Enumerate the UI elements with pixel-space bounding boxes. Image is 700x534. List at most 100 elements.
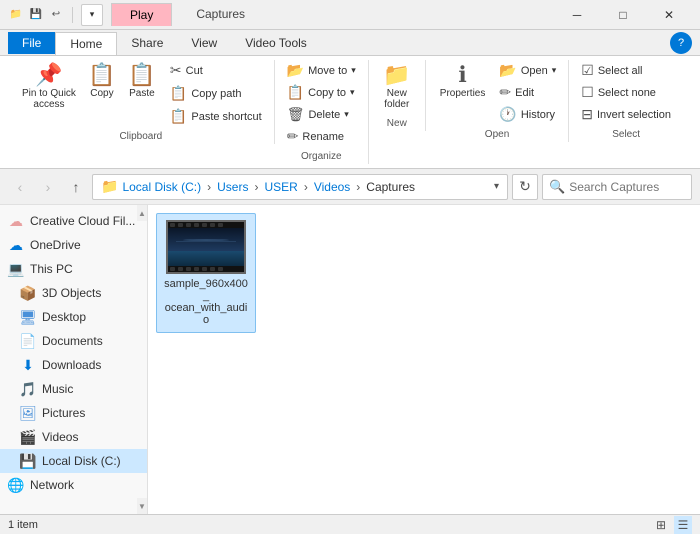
tab-video-tools[interactable]: Video Tools bbox=[231, 32, 321, 54]
close-button[interactable]: ✕ bbox=[646, 0, 692, 30]
sidebar-item-label: Local Disk (C:) bbox=[42, 454, 121, 468]
select-none-icon: ☐ bbox=[581, 84, 594, 101]
properties-button[interactable]: ℹ Properties bbox=[434, 60, 492, 103]
sidebar-item-documents[interactable]: 📄 Documents bbox=[0, 329, 147, 353]
move-to-button[interactable]: 📂 Move to ▾ bbox=[283, 60, 360, 81]
sidebar-item-label: Desktop bbox=[42, 310, 86, 324]
qs-btn-1[interactable]: ▾ bbox=[81, 4, 103, 26]
open-sub-group: 📂 Open ▾ ✏ Edit 🕐 History bbox=[495, 60, 560, 125]
view-controls: ⊞ ☰ bbox=[652, 516, 692, 534]
edit-button[interactable]: ✏ Edit bbox=[495, 82, 560, 103]
open-label: Open bbox=[521, 65, 548, 77]
forward-button[interactable]: › bbox=[36, 175, 60, 199]
open-button[interactable]: 📂 Open ▾ bbox=[495, 60, 560, 81]
copy-path-button[interactable]: 📋 Copy path bbox=[166, 83, 266, 104]
file-thumbnail bbox=[166, 220, 246, 274]
select-sub-group: ☑ Select all ☐ Select none ⊟ Invert sele… bbox=[577, 60, 675, 125]
sidebar-item-label: Music bbox=[42, 382, 73, 396]
history-button[interactable]: 🕐 History bbox=[495, 104, 560, 125]
maximize-button[interactable]: □ bbox=[600, 0, 646, 30]
scroll-down-button[interactable]: ▼ bbox=[137, 498, 147, 514]
cut-button[interactable]: ✂ Cut bbox=[166, 60, 266, 81]
tab-file[interactable]: File bbox=[8, 32, 55, 54]
back-button[interactable]: ‹ bbox=[8, 175, 32, 199]
local-disk-icon: 💾 bbox=[20, 453, 36, 469]
tab-home[interactable]: Home bbox=[55, 32, 117, 55]
sidebar-item-onedrive[interactable]: ☁ OneDrive bbox=[0, 233, 147, 257]
new-folder-button[interactable]: 📁 Newfolder bbox=[377, 60, 417, 114]
tab-share[interactable]: Share bbox=[117, 32, 177, 54]
paste-button[interactable]: 📋 Paste bbox=[122, 60, 162, 103]
sidebar: ▲ ☁ Creative Cloud Fil... ☁ OneDrive 💻 T… bbox=[0, 205, 148, 514]
sidebar-item-network[interactable]: 🌐 Network bbox=[0, 473, 147, 497]
move-dropdown-icon: ▾ bbox=[351, 65, 356, 76]
address-bar[interactable]: 📁 Local Disk (C:) › Users › USER › Video… bbox=[92, 174, 508, 200]
address-user[interactable]: USER bbox=[264, 180, 297, 194]
sidebar-item-3d-objects[interactable]: 📦 3D Objects bbox=[0, 281, 147, 305]
sidebar-item-label: Documents bbox=[42, 334, 103, 348]
sidebar-item-desktop[interactable]: 🖥 Desktop bbox=[0, 305, 147, 329]
3d-objects-icon: 📦 bbox=[20, 285, 36, 301]
sidebar-item-videos[interactable]: 🎬 Videos bbox=[0, 425, 147, 449]
clipboard-group-content: 📌 Pin to Quickaccess 📋 Copy 📋 Paste ✂ Cu… bbox=[16, 60, 266, 127]
tab-captures: Captures bbox=[172, 3, 269, 26]
clipboard-group: 📌 Pin to Quickaccess 📋 Copy 📋 Paste ✂ Cu… bbox=[8, 60, 275, 144]
main-content: ▲ ☁ Creative Cloud Fil... ☁ OneDrive 💻 T… bbox=[0, 205, 700, 514]
address-users[interactable]: Users bbox=[217, 180, 248, 194]
delete-button[interactable]: 🗑 Delete ▾ bbox=[283, 104, 360, 125]
film-hole bbox=[194, 267, 199, 271]
select-none-label: Select none bbox=[598, 87, 656, 99]
sidebar-item-this-pc[interactable]: 💻 This PC bbox=[0, 257, 147, 281]
tab-play[interactable]: Play bbox=[111, 3, 172, 26]
paste-shortcut-icon: 📋 bbox=[170, 108, 187, 125]
copy-to-button[interactable]: 📋 Copy to ▾ bbox=[283, 82, 360, 103]
copy-to-label: Copy to bbox=[308, 87, 346, 99]
sidebar-item-creative-cloud[interactable]: ☁ Creative Cloud Fil... bbox=[0, 209, 147, 233]
organize-label: Organize bbox=[301, 151, 342, 164]
film-hole bbox=[178, 223, 183, 227]
title-bar: 📁 💾 ↩ ▾ Play Captures ─ □ ✕ bbox=[0, 0, 700, 30]
address-videos[interactable]: Videos bbox=[314, 180, 350, 194]
address-dropdown-icon[interactable]: ▾ bbox=[494, 181, 499, 192]
select-all-button[interactable]: ☑ Select all bbox=[577, 60, 675, 81]
large-icons-view-button[interactable]: ⊞ bbox=[652, 516, 670, 534]
address-local-disk[interactable]: Local Disk (C:) bbox=[122, 180, 201, 194]
film-hole bbox=[210, 267, 215, 271]
refresh-button[interactable]: ↻ bbox=[512, 174, 538, 200]
copy-button[interactable]: 📋 Copy bbox=[82, 60, 122, 103]
search-icon: 🔍 bbox=[549, 179, 565, 195]
film-hole bbox=[218, 267, 223, 271]
sidebar-item-local-disk[interactable]: 💾 Local Disk (C:) bbox=[0, 449, 147, 473]
tab-view[interactable]: View bbox=[177, 32, 231, 54]
invert-selection-button[interactable]: ⊟ Invert selection bbox=[577, 104, 675, 125]
copy-path-icon: 📋 bbox=[170, 85, 187, 102]
scroll-up-button[interactable]: ▲ bbox=[137, 205, 147, 221]
sidebar-item-music[interactable]: 🎵 Music bbox=[0, 377, 147, 401]
rename-button[interactable]: ✏ Rename bbox=[283, 126, 360, 147]
open-group: ℹ Properties 📂 Open ▾ ✏ Edit 🕐 History bbox=[426, 60, 569, 142]
help-button[interactable]: ? bbox=[670, 32, 692, 54]
file-area[interactable]: sample_960x400_ ocean_with_audi o bbox=[148, 205, 700, 514]
details-view-button[interactable]: ☰ bbox=[674, 516, 692, 534]
sidebar-item-pictures[interactable]: 🖼 Pictures bbox=[0, 401, 147, 425]
toolbar: ‹ › ↑ 📁 Local Disk (C:) › Users › USER ›… bbox=[0, 169, 700, 205]
select-group-content: ☑ Select all ☐ Select none ⊟ Invert sele… bbox=[577, 60, 675, 125]
select-none-button[interactable]: ☐ Select none bbox=[577, 82, 675, 103]
paste-shortcut-button[interactable]: 📋 Paste shortcut bbox=[166, 106, 266, 127]
minimize-button[interactable]: ─ bbox=[554, 0, 600, 30]
save-icon: 💾 bbox=[28, 7, 44, 23]
sidebar-item-downloads[interactable]: ⬇ Downloads bbox=[0, 353, 147, 377]
copy-label: Copy bbox=[90, 88, 113, 99]
address-captures: Captures bbox=[366, 180, 415, 194]
file-item[interactable]: sample_960x400_ ocean_with_audi o bbox=[156, 213, 256, 333]
select-all-label: Select all bbox=[598, 65, 643, 77]
creative-cloud-icon: ☁ bbox=[8, 213, 24, 229]
search-input[interactable] bbox=[569, 180, 685, 194]
film-hole bbox=[186, 223, 191, 227]
pin-to-quick-access-button[interactable]: 📌 Pin to Quickaccess bbox=[16, 60, 82, 114]
copy-icon: 📋 bbox=[88, 64, 115, 86]
search-box[interactable]: 🔍 bbox=[542, 174, 692, 200]
ribbon: 📌 Pin to Quickaccess 📋 Copy 📋 Paste ✂ Cu… bbox=[0, 56, 700, 169]
up-button[interactable]: ↑ bbox=[64, 175, 88, 199]
history-icon: 🕐 bbox=[499, 106, 516, 123]
